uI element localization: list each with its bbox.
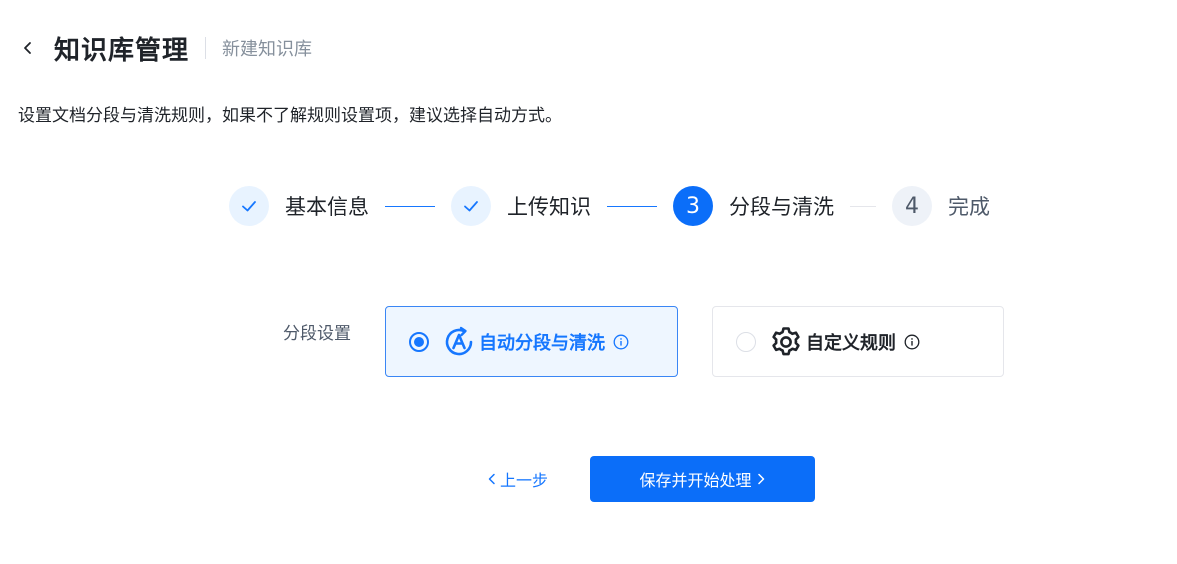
- step-label: 分段与清洗: [729, 195, 834, 219]
- step-basic-info: 基本信息: [229, 186, 369, 226]
- check-icon: [242, 201, 256, 212]
- chevron-left-icon: [24, 42, 31, 54]
- auto-segmentation-option[interactable]: 自动分段与清洗: [385, 306, 678, 377]
- step-segmentation: 3 分段与清洗: [673, 186, 834, 226]
- save-and-process-button[interactable]: 保存并开始处理: [590, 456, 815, 502]
- save-and-process-label: 保存并开始处理: [639, 471, 752, 490]
- title-divider: [205, 37, 207, 59]
- page-title: 知识库管理: [54, 35, 190, 66]
- info-icon[interactable]: [613, 334, 629, 350]
- step-done-circle: [451, 186, 491, 226]
- gear-icon: [768, 324, 804, 360]
- prev-step-label: 上一步: [500, 471, 549, 490]
- check-icon: [464, 201, 478, 212]
- step-connector: [385, 205, 435, 207]
- chevron-left-icon: [487, 473, 497, 485]
- step-done-circle: [229, 186, 269, 226]
- stepper: 基本信息 上传知识 3 分段与清洗 4 完成: [229, 186, 990, 226]
- step-label: 完成: [948, 195, 990, 219]
- custom-rule-option[interactable]: 自定义规则: [712, 306, 1004, 377]
- chevron-right-icon: [756, 473, 766, 485]
- custom-rule-label: 自定义规则: [806, 332, 896, 354]
- step-number-circle: 4: [892, 186, 932, 226]
- breadcrumb-subtitle: 新建知识库: [222, 39, 313, 60]
- segmentation-label: 分段设置: [283, 324, 351, 344]
- step-connector: [850, 205, 876, 207]
- step-label: 上传知识: [507, 195, 591, 219]
- step-label: 基本信息: [285, 195, 369, 219]
- step-number-circle: 3: [673, 186, 713, 226]
- page-header: 知识库管理 新建知识库: [18, 28, 312, 68]
- back-button[interactable]: [18, 38, 38, 58]
- auto-a-icon: [441, 324, 477, 360]
- prev-step-button[interactable]: 上一步: [487, 467, 548, 491]
- radio-checked[interactable]: [409, 331, 429, 352]
- step-finish: 4 完成: [892, 186, 990, 226]
- step-connector: [607, 205, 657, 207]
- info-icon[interactable]: [904, 334, 920, 350]
- radio-unchecked[interactable]: [736, 331, 756, 352]
- auto-segmentation-label: 自动分段与清洗: [479, 332, 605, 354]
- page-description: 设置文档分段与清洗规则，如果不了解规则设置项，建议选择自动方式。: [18, 106, 562, 126]
- step-upload: 上传知识: [451, 186, 591, 226]
